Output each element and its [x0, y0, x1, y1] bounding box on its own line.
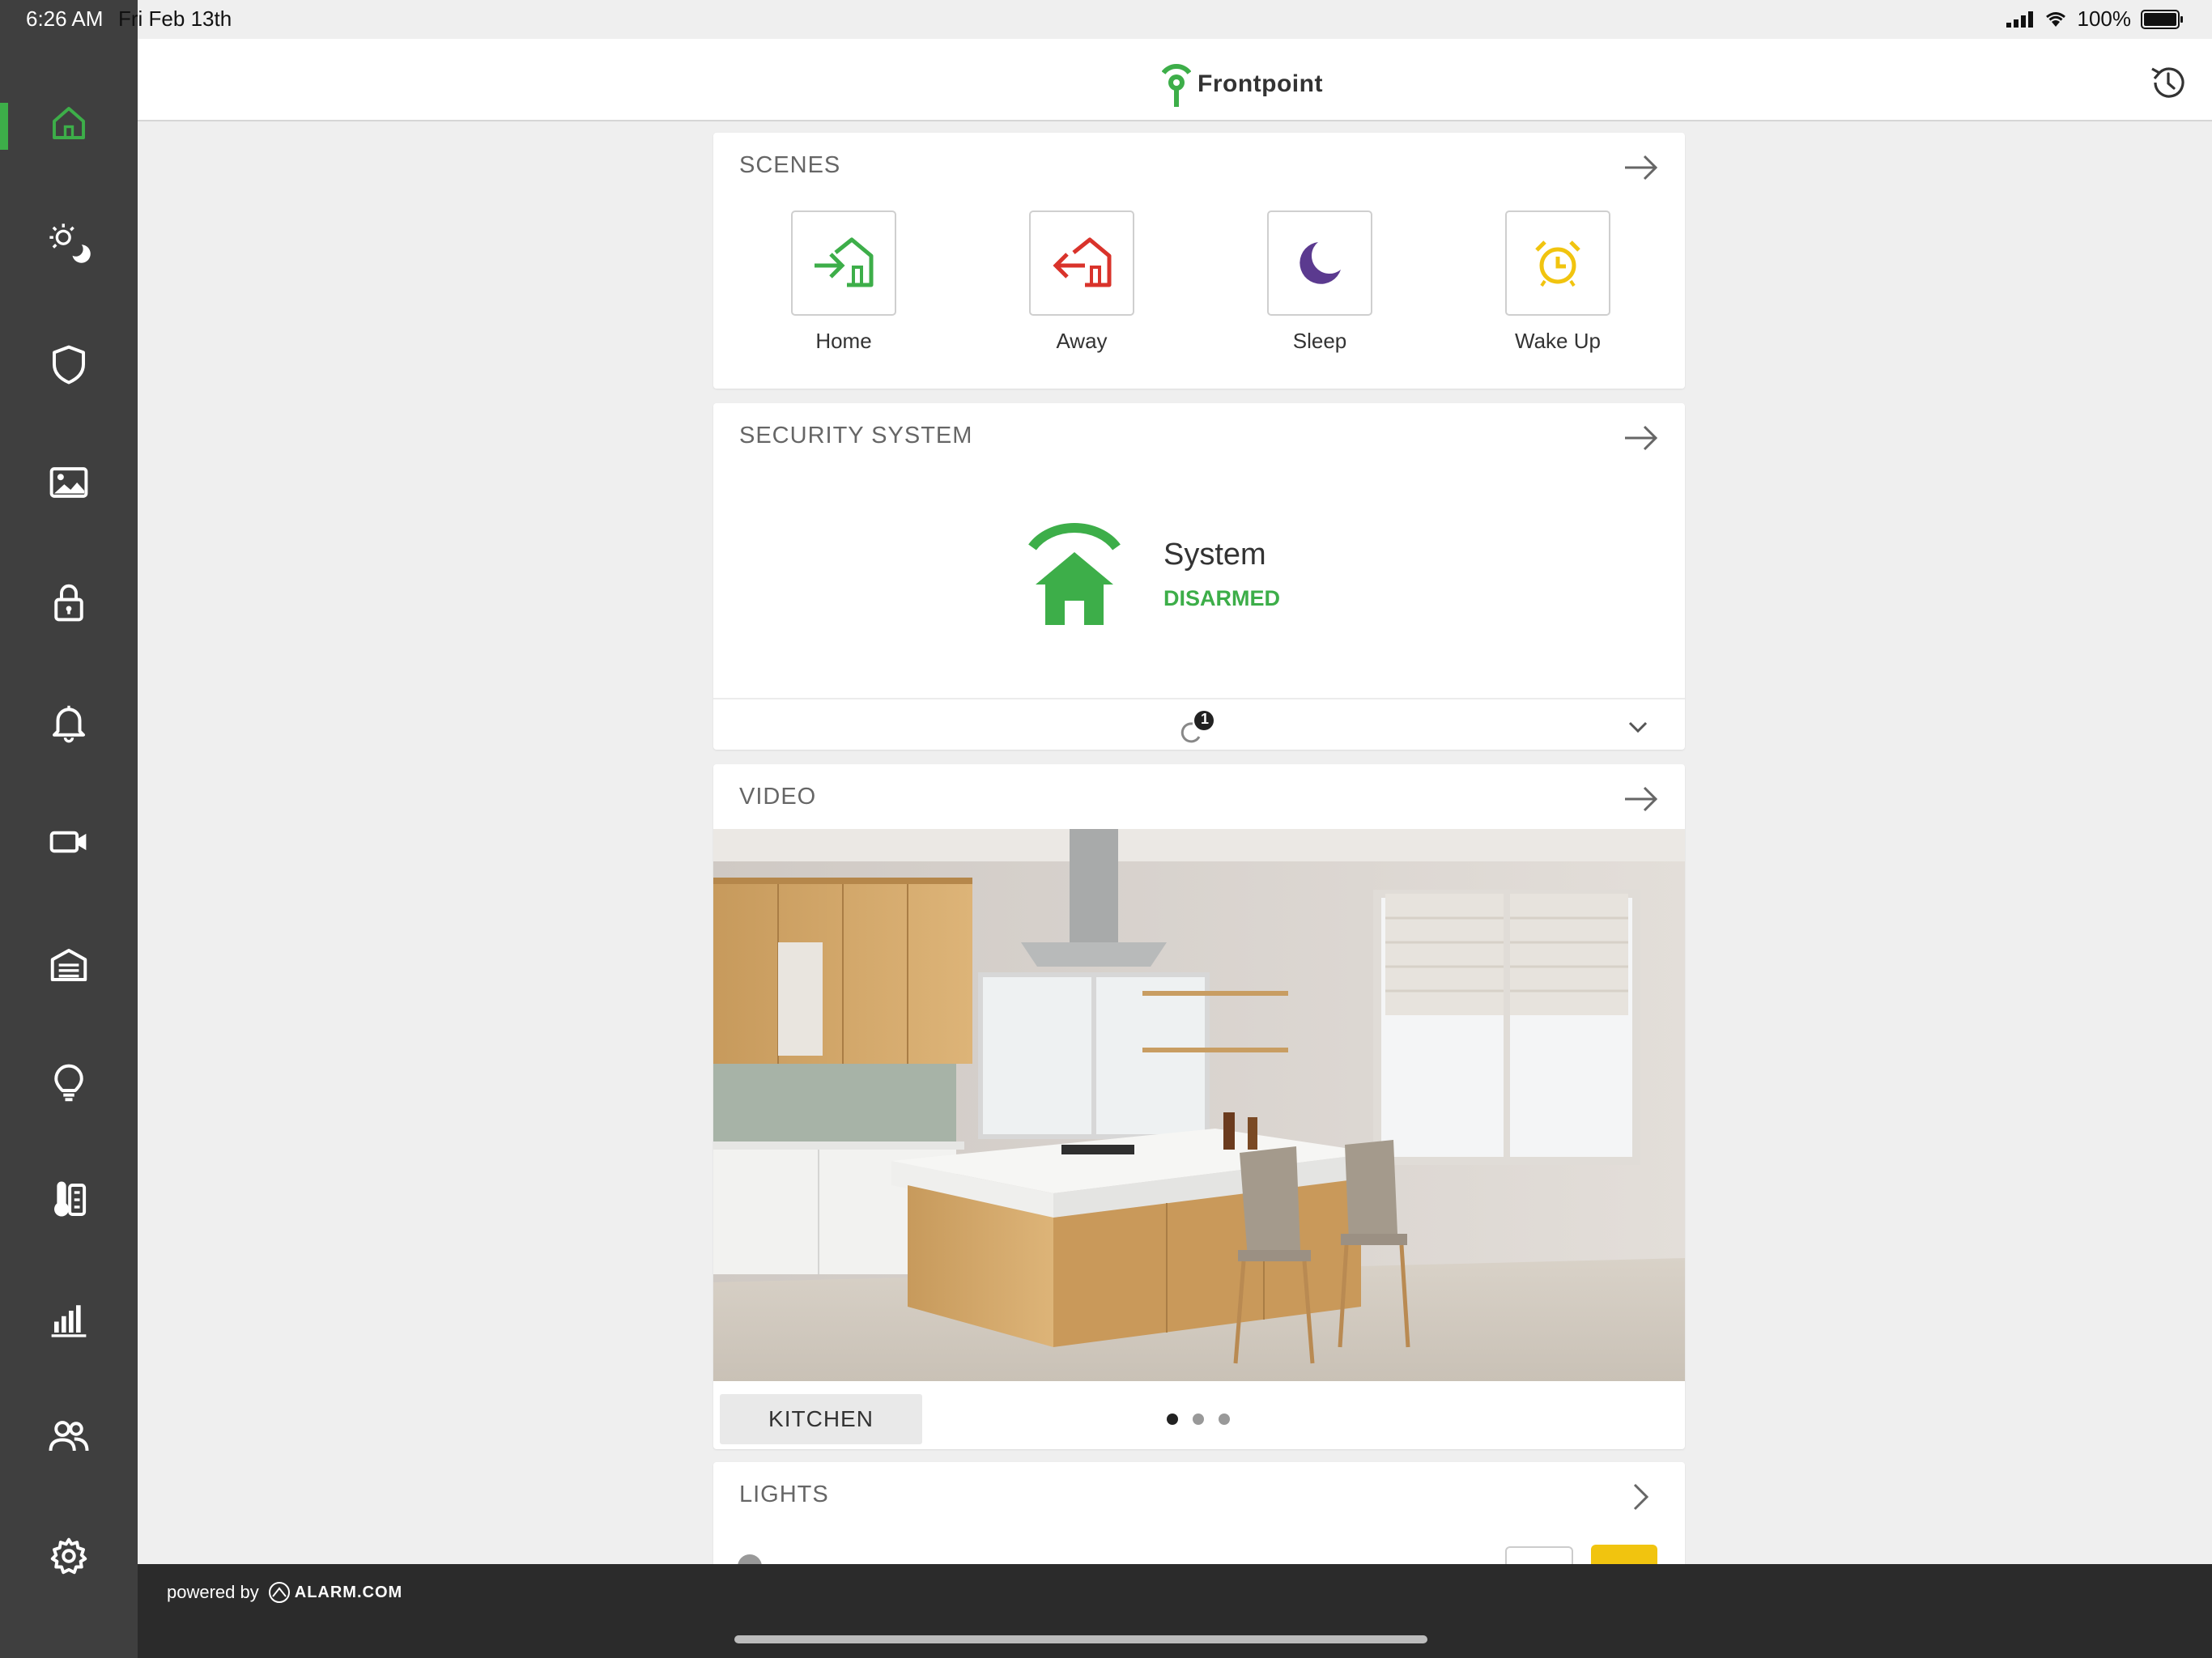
sidebar-item-lights[interactable] [0, 1043, 138, 1124]
home-icon [53, 107, 85, 139]
video-camera-icon [49, 831, 87, 853]
arrow-right-icon[interactable] [1620, 418, 1661, 458]
sidebar-item-garage[interactable] [0, 925, 138, 1005]
scenes-card: SCENES Home Away Sleep Wake Up [713, 133, 1685, 389]
arrow-right-icon[interactable] [1620, 779, 1661, 819]
scene-label: Away [1056, 329, 1108, 353]
scene-label: Wake Up [1515, 329, 1601, 353]
image-icon [49, 467, 88, 498]
carousel-dot[interactable] [1167, 1414, 1178, 1425]
carousel-dot[interactable] [1219, 1414, 1230, 1425]
gear-icon [50, 1537, 87, 1575]
bar-chart-icon [51, 1305, 87, 1337]
frontpoint-logo-icon [1162, 64, 1191, 107]
scene-home[interactable]: Home [791, 210, 896, 354]
cellular-signal-icon [2006, 11, 2033, 28]
sync-count-badge: 1 [1200, 711, 1209, 727]
home-indicator[interactable] [734, 1635, 1427, 1643]
shield-icon [53, 345, 85, 385]
scenes-title: SCENES [739, 152, 841, 178]
alarm-com-logo-icon [268, 1582, 290, 1603]
sidebar-item-security[interactable] [0, 324, 138, 405]
brand-logo: Frontpoint [1162, 60, 1323, 108]
status-time: 6:26 AM [26, 6, 104, 31]
status-bar: 6:26 AM Fri Feb 13th 100% [0, 0, 2212, 39]
lightbulb-icon [54, 1064, 83, 1102]
scene-home-button[interactable] [791, 210, 896, 316]
sidebar-item-settings[interactable] [0, 1516, 138, 1596]
battery-percent: 100% [2077, 6, 2132, 31]
lock-icon [54, 584, 83, 622]
camera-name-label[interactable]: KITCHEN [720, 1394, 922, 1444]
carousel-dot[interactable] [1193, 1414, 1204, 1425]
system-label: System [1163, 538, 1266, 572]
battery-icon [2141, 9, 2183, 29]
video-title: VIDEO [739, 784, 817, 810]
system-status: DISARMED [1163, 586, 1281, 610]
lights-title: LIGHTS [739, 1482, 829, 1507]
users-icon [49, 1421, 89, 1452]
powered-by-text: powered by [167, 1582, 259, 1602]
sidebar-item-images[interactable] [0, 442, 138, 523]
divider [713, 698, 1685, 699]
security-house-icon[interactable] [1024, 517, 1125, 630]
sync-button[interactable]: 1 [1175, 709, 1217, 748]
scene-wake-up-button[interactable] [1505, 210, 1610, 316]
video-card: VIDEO KITCHEN [713, 764, 1685, 1449]
status-date: Fri Feb 13th [118, 6, 232, 31]
scene-away[interactable]: Away [1029, 210, 1134, 354]
app-header: Frontpoint [138, 39, 2212, 121]
history-clock-icon[interactable] [2147, 62, 2189, 104]
sidebar-item-scenes[interactable] [0, 202, 138, 283]
arrive-home-icon [815, 237, 874, 287]
alarm-com-text: ALARM.COM [294, 1583, 403, 1601]
refresh-icon [1180, 711, 1214, 743]
bell-icon [53, 705, 85, 743]
brand-name: Frontpoint [1197, 70, 1323, 97]
alarm-clock-icon [1535, 240, 1580, 287]
security-title: SECURITY SYSTEM [739, 423, 973, 449]
sidebar-item-reports[interactable] [0, 1278, 138, 1358]
footer-bar: powered by ALARM.COM [138, 1564, 2212, 1658]
powered-by: powered by ALARM.COM [167, 1582, 402, 1603]
carousel-dots[interactable] [1167, 1414, 1230, 1425]
scene-sleep[interactable]: Sleep [1267, 210, 1372, 354]
alarm-com-logo: ALARM.COM [267, 1582, 402, 1603]
arrow-right-icon[interactable] [1620, 147, 1661, 188]
scene-sleep-button[interactable] [1267, 210, 1372, 316]
chevron-down-icon[interactable] [1623, 712, 1653, 742]
sidebar-item-users[interactable] [0, 1396, 138, 1477]
chevron-right-icon[interactable] [1620, 1477, 1661, 1517]
status-right: 100% [2006, 6, 2183, 32]
sun-moon-icon [49, 223, 91, 263]
camera-feed-thumbnail[interactable] [713, 829, 1685, 1381]
security-card: SECURITY SYSTEM System DISARMED 1 [713, 403, 1685, 750]
moon-icon [1300, 242, 1341, 284]
scene-label: Sleep [1292, 329, 1347, 353]
sidebar-item-thermostat[interactable] [0, 1159, 138, 1240]
wifi-icon [2045, 11, 2065, 27]
garage-icon [50, 949, 87, 981]
sidebar [0, 0, 138, 1658]
sidebar-item-video[interactable] [0, 801, 138, 882]
sidebar-item-home[interactable] [0, 83, 138, 164]
leave-home-icon [1053, 237, 1112, 287]
thermometer-icon [54, 1181, 87, 1217]
sidebar-item-locks[interactable] [0, 562, 138, 643]
scene-wake-up[interactable]: Wake Up [1505, 210, 1610, 354]
scene-away-button[interactable] [1029, 210, 1134, 316]
scene-label: Home [815, 329, 872, 353]
sidebar-item-notifications[interactable] [0, 682, 138, 763]
kitchen-scene-image [713, 829, 1685, 1381]
